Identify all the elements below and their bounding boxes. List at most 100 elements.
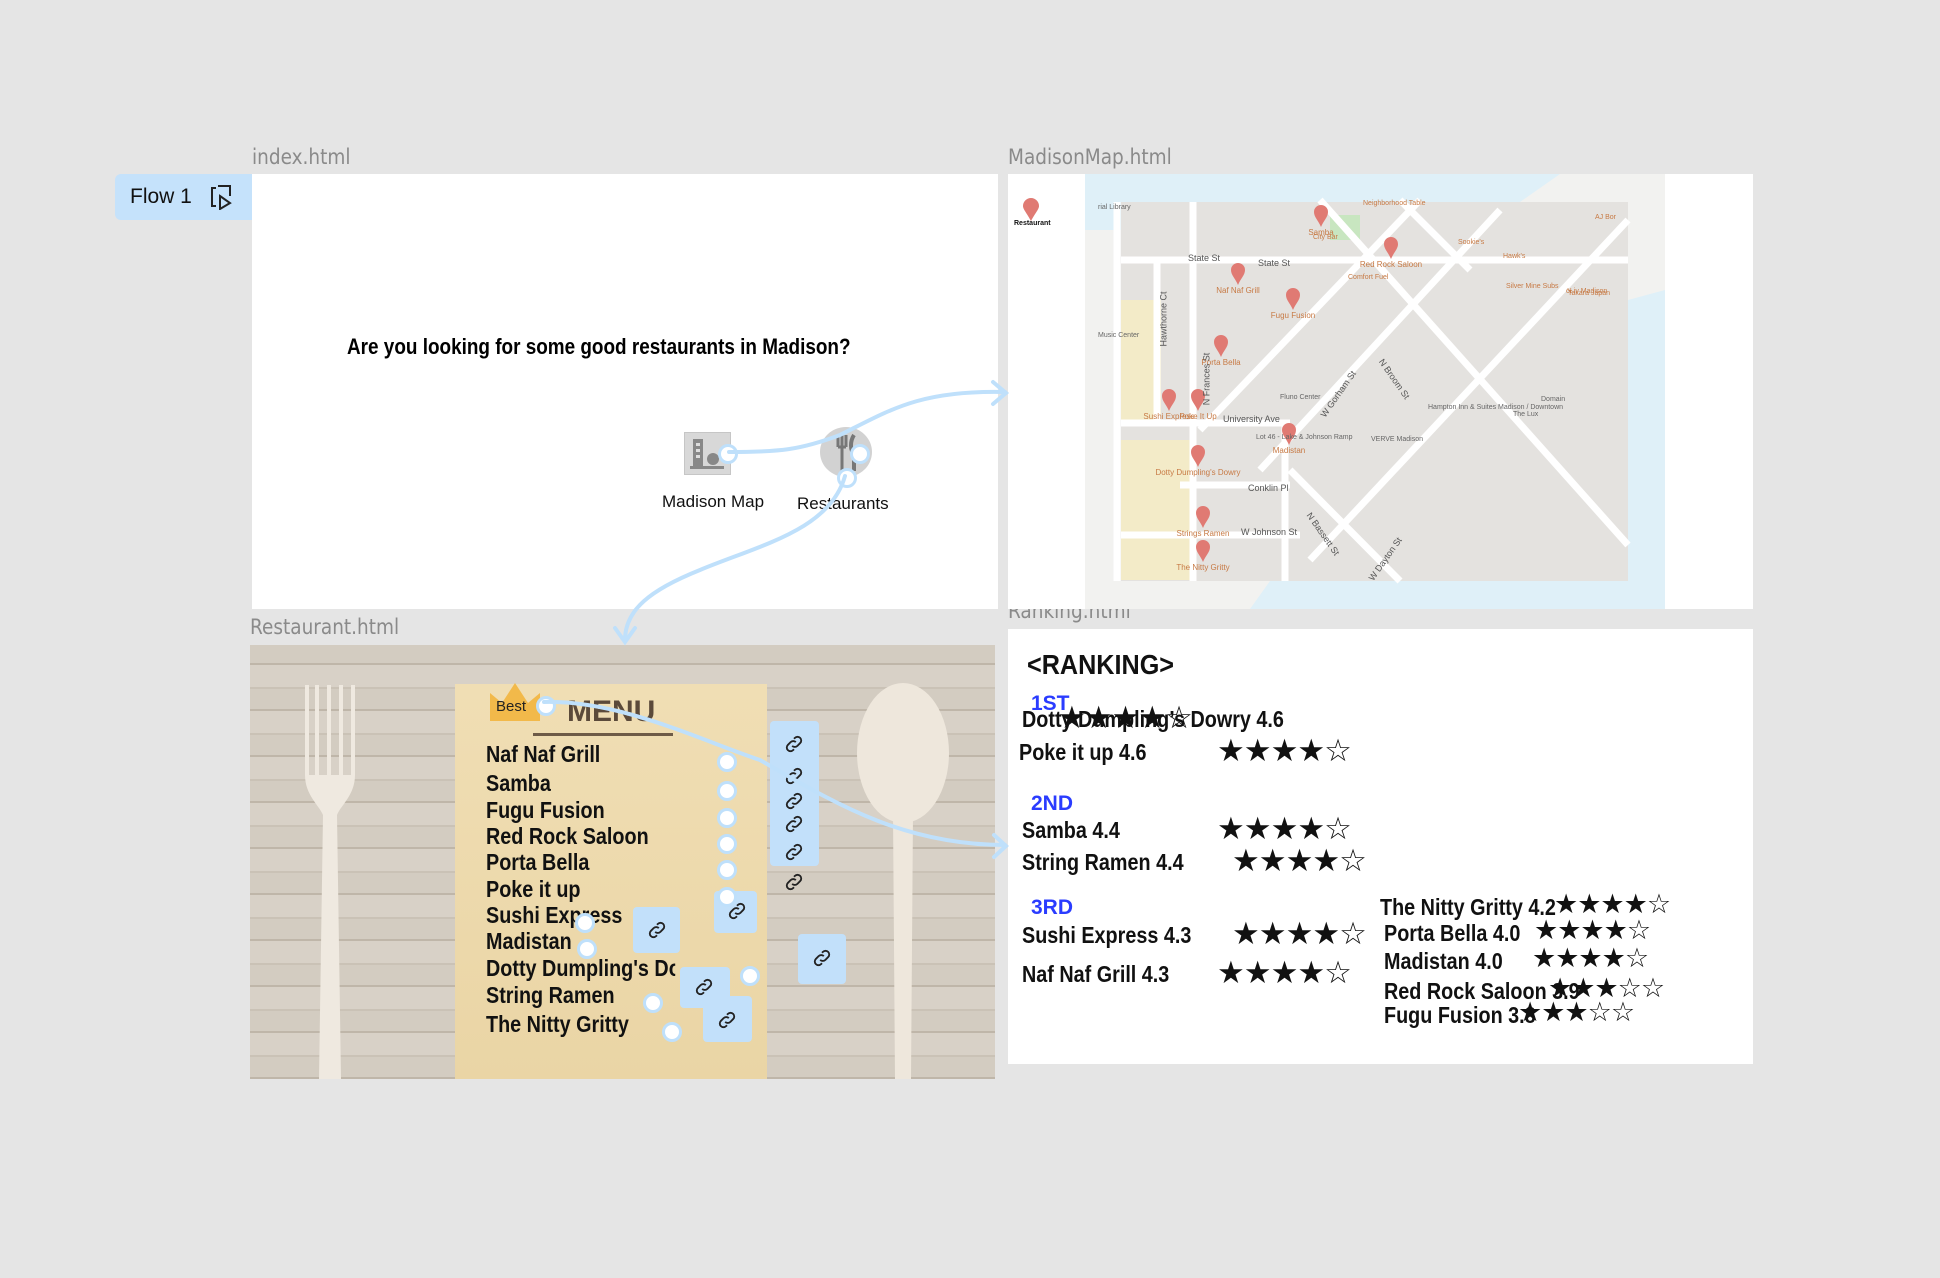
ranking-entry-name: Porta Bella 4.0 [1384,920,1521,946]
link-icon[interactable] [783,841,805,863]
link-hotspot[interactable] [718,444,738,464]
link-icon[interactable] [646,919,668,941]
link-icon[interactable] [783,813,805,835]
link-hotspot[interactable] [837,468,857,488]
map-place-label: Hampton Inn & Suites Madison / Downtown [1428,404,1564,411]
map-pin-label: Poke It Up [1179,412,1217,421]
street-label: Hawthorne Ct [1158,291,1169,347]
street-label: University Ave [1223,414,1280,424]
street-label: N Frances St [1201,352,1212,406]
link-hotspot[interactable] [717,860,737,880]
ranking-entry-name: Sushi Express 4.3 [1022,922,1192,948]
frame-label-restaurant[interactable]: Restaurant.html [250,615,399,639]
map-place-label: rial Library [1098,204,1131,211]
star-rating: ★★★★☆ [1554,889,1671,920]
ranking-entry-name: String Ramen 4.4 [1022,849,1184,875]
spoon-image [857,683,949,1079]
link-hotspot[interactable] [717,834,737,854]
map-place-label: AJ Bor [1595,214,1617,221]
menu-item[interactable]: Red Rock Saloon [486,823,649,850]
link-icon[interactable] [783,790,805,812]
legend-label: Restaurant [1014,220,1051,227]
map-frame: Restaurant Samba Red Rock Saloon Naf Naf G… [1008,174,1753,609]
map-place-label: Comfort Fuel [1348,274,1389,281]
menu-item[interactable]: Naf Naf Grill [486,741,600,768]
map-place-label: Domain [1541,396,1566,403]
restaurants-label[interactable]: Restaurants [797,494,889,514]
map-place-label: Silver Mine Subs [1506,283,1559,290]
map-pin-label: Fugu Fusion [1270,311,1316,320]
frame-label-map[interactable]: MadisonMap.html [1008,145,1172,169]
restaurant-frame: Best MENU Naf Naf Grill Samba Fugu Fusion R… [250,645,995,1079]
ranking-title: <RANKING> [1027,649,1175,680]
star-rating: ★★★★☆ [1532,943,1649,974]
link-hotspot[interactable] [717,808,737,828]
map-pin-label: The Nitty Gritty [1176,563,1230,572]
street-label: State St [1188,253,1221,263]
star-rating: ★★★★☆ [1217,733,1352,769]
star-rating: ★★★★☆ [1217,811,1352,847]
link-hotspot[interactable] [740,966,760,986]
map-pin-label: Madistan [1272,446,1306,455]
menu-item[interactable]: The Nitty Gritty [486,1011,629,1038]
play-frame-icon [210,185,232,210]
star-rating: ★★★★☆ [1058,700,1193,736]
flow-label: Flow 1 [130,185,192,208]
link-icon[interactable] [783,733,805,755]
map-place-label: Music Center [1098,332,1140,339]
ranking-section-label: 3RD [1031,896,1074,919]
frame-label-index[interactable]: index.html [252,145,351,169]
map-place-label: Sookie's [1458,239,1485,246]
map-pin-label: Red Rock Saloon [1359,260,1423,269]
map-place-label: öLiv Madison [1566,288,1608,295]
map-pin-label: Strings Ramen [1176,529,1230,538]
menu-item[interactable]: Madistan [486,928,572,955]
menu-item[interactable]: Sushi Express [486,902,622,929]
link-hotspot[interactable] [717,752,737,772]
menu-divider [533,733,673,736]
star-rating: ★★★☆☆ [1518,997,1635,1028]
ranking-entry-name: Madistan 4.0 [1384,948,1503,974]
flow-start-button[interactable]: Flow 1 [115,174,252,220]
map-pin-label: Naf Naf Grill [1216,286,1260,295]
madison-map[interactable] [1008,174,1753,609]
madison-map-label[interactable]: Madison Map [662,492,764,512]
menu-item[interactable]: Porta Bella [486,849,589,876]
map-place-label: VERVE Madison [1371,436,1424,443]
ranking-entry-name: The Nitty Gritty 4.2 [1380,894,1556,920]
ranking-section-label: 2ND [1031,792,1074,815]
link-hotspot[interactable] [643,993,663,1013]
menu-item[interactable]: String Ramen [486,982,615,1009]
menu-title: MENU [567,695,656,728]
link-hotspot[interactable] [662,1022,682,1042]
menu-item[interactable]: Fugu Fusion [486,797,605,824]
link-icon[interactable] [693,976,715,998]
link-hotspot[interactable] [717,781,737,801]
map-place-label: Neighborhood Table [1363,200,1426,207]
menu-item[interactable]: Poke it up [486,876,581,903]
link-hotspot[interactable] [717,887,737,907]
index-question: Are you looking for some good restaurant… [347,334,851,359]
link-icon[interactable] [811,947,833,969]
link-icon[interactable] [783,765,805,787]
link-icon[interactable] [783,871,805,893]
street-label: W Johnson St [1241,527,1298,537]
index-frame: Are you looking for some good restaurant… [252,174,998,609]
star-rating: ★★★★☆ [1217,955,1352,991]
star-rating: ★★★★☆ [1534,915,1651,946]
menu-item[interactable]: Samba [486,770,551,797]
ranking-entry-name: Fugu Fusion 3.8 [1384,1002,1536,1028]
link-hotspot[interactable] [577,939,597,959]
street-label: State St [1258,258,1291,268]
map-place-label: The Lux [1513,411,1539,418]
street-label: Conklin Pl [1248,483,1289,493]
link-hotspot[interactable] [850,444,870,464]
link-hotspot[interactable] [575,913,595,933]
ranking-frame: <RANKING> 1ST 2ND 3RD Dotty Dumpling’s Dowr… [1008,629,1753,1064]
star-rating: ★★★★☆ [1232,916,1367,952]
link-hotspot[interactable] [536,696,556,716]
star-rating: ★★★★☆ [1232,843,1367,879]
link-icon[interactable] [716,1009,738,1031]
menu-item[interactable]: Dotty Dumpling's Dowry [486,955,675,982]
best-badge: Best [496,698,527,715]
